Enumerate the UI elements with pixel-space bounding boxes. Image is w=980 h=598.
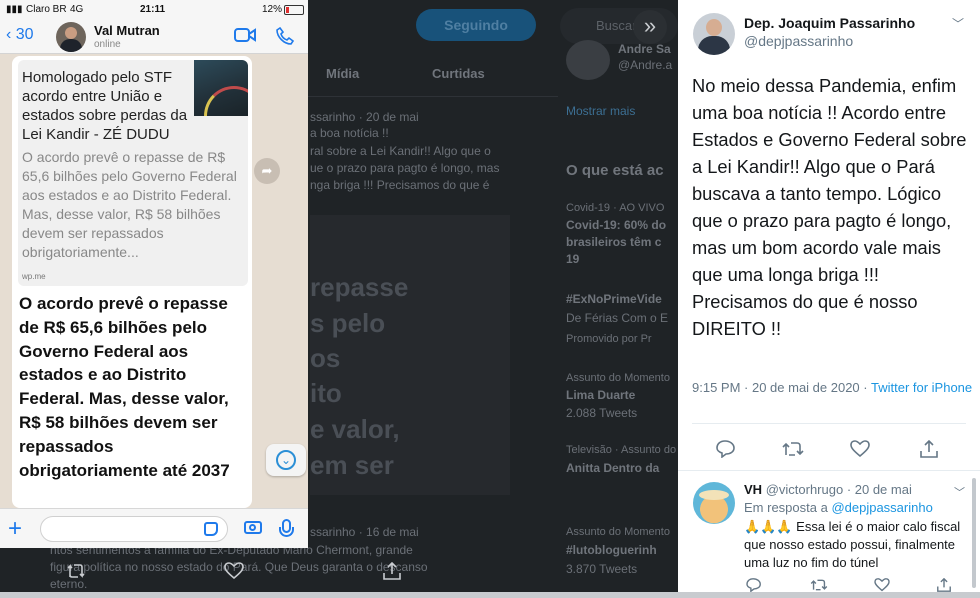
author-avatar[interactable] [693,13,735,55]
reply-icon[interactable] [716,440,736,463]
trend-category: Assunto do Momento [566,372,670,384]
trend-subtitle: 3.870 Tweets [566,562,638,576]
retweet-icon[interactable] [66,562,86,585]
tweet-text: No meio dessa Pandemia, enfim uma boa no… [692,75,967,339]
tweet-timestamp[interactable]: 9:15 PM · 20 de mai de 2020 · [692,380,871,395]
trend-title[interactable]: Covid-19: 60% do [566,218,666,232]
feed-large-text: e valor, [310,414,400,444]
message-text: O acordo prevê o repasse de R$ 65,6 bilh… [19,294,230,480]
trend-category: Covid-19 · AO VIVO [566,202,665,214]
trend-extra: 19 [566,252,580,266]
trend-subtitle: brasileiros têm c [566,235,662,249]
window-bottom-edge [0,592,980,598]
trend-title[interactable]: #ExNoPrimeVide [566,292,662,306]
link-preview-title: Homologado pelo STF acordo entre União e… [22,69,188,143]
following-button[interactable]: Seguindo [416,9,536,41]
trend-title[interactable]: Anitta Dentro da [566,461,659,475]
feed-line: ue o prazo para pagto é longo, mas [310,161,500,175]
tab-likes[interactable]: Curtidas [432,66,485,81]
network-label: 4G [70,4,84,15]
trend-subtitle: De Férias Com o E [566,311,669,325]
reply-context: Em resposta a @depjpassarinho [744,500,933,515]
battery-label: 12% [262,4,283,15]
feed-large-text: s pelo [310,308,386,338]
chevron-down-icon[interactable]: ﹀ [952,15,964,32]
whatsapp-screenshot: ▮▮▮ Claro BR 4G 21:11 12% ‹ 30 Val Mutra… [0,0,308,548]
tweet-panel: Dep. Joaquim Passarinho @depjpassarinho … [678,0,980,598]
trend-category: Assunto do Momento [566,526,670,538]
reply-text: 🙏🙏🙏 Essa lei é o maior calo fiscal que n… [744,519,961,570]
trend-subtitle: 2.088 Tweets [566,406,638,420]
message-input[interactable] [40,516,228,542]
like-icon[interactable] [850,440,870,463]
message-bubble[interactable]: Homologado pelo STF acordo entre União e… [12,56,252,508]
feed-large-text: ito [310,378,342,408]
link-preview-description: O acordo prevê o repasse de R$ 65,6 bilh… [22,149,237,260]
feed-line: ssarinho · 20 de mai [310,110,419,124]
unread-count: 30 [15,26,34,43]
show-more-link[interactable]: Mostrar mais [566,104,635,118]
reply-author-handle[interactable]: @victorhrugo [766,482,844,497]
feed-large-text: em ser [310,450,394,480]
trend-promoted: Promovido por Pr [566,333,652,345]
feed-large-text: os [310,343,341,373]
feed-line: a boa notícia !! [310,126,389,140]
contact-name[interactable]: Val Mutran [94,23,160,38]
trend-title[interactable]: Lima Duarte [566,388,635,402]
author-name[interactable]: Dep. Joaquim Passarinho [744,15,915,31]
tab-media[interactable]: Mídia [326,66,359,81]
suggested-name: Andre Sa [618,42,671,56]
trend-title[interactable]: #lutobloguerinh [566,543,657,557]
like-icon[interactable] [224,562,244,585]
reply-date[interactable]: · 20 de mai [843,482,912,497]
forward-icon[interactable]: ➦ [254,158,280,184]
link-preview-source: wp.me [22,272,46,281]
phone-call-icon[interactable] [276,26,295,50]
scrollbar[interactable] [972,478,976,588]
attach-plus-icon[interactable]: + [8,515,22,543]
feed-large-text: repasse [310,272,409,302]
link-preview[interactable]: Homologado pelo STF acordo entre União e… [18,60,248,286]
replied-to-handle[interactable]: @depjpassarinho [831,500,932,515]
compose-bar: + [0,508,308,548]
reply-author[interactable]: VH @victorhrugo · 20 de mai [744,482,912,497]
sticker-icon[interactable] [204,522,218,536]
next-image-button[interactable]: » [633,10,667,44]
microphone-icon[interactable] [279,519,294,537]
contact-status: online [94,39,121,50]
signal-icon: ▮▮▮ [6,4,23,15]
scroll-down-button[interactable]: ⌄ [266,444,306,476]
clock: 21:11 [140,4,166,15]
retweet-icon[interactable] [782,440,804,463]
tweet-source-link[interactable]: Twitter for iPhone [871,380,972,395]
share-icon[interactable] [382,561,402,585]
author-handle[interactable]: @depjpassarinho [744,33,853,49]
link-preview-thumbnail [194,60,248,116]
camera-icon[interactable] [244,521,262,534]
contact-avatar[interactable] [56,22,86,52]
feed-line: ral sobre a Lei Kandir!! Algo que o [310,144,491,158]
tweet-meta: 9:15 PM · 20 de mai de 2020 · Twitter fo… [692,379,976,396]
reply-author-avatar[interactable] [693,482,735,524]
reply-author-name[interactable]: VH [744,482,762,497]
feed-line: ssarinho · 16 de mai [310,525,419,539]
carrier-label: Claro BR [26,4,67,15]
back-button[interactable]: ‹ 30 [6,26,34,44]
battery-icon [284,5,304,15]
video-call-icon[interactable] [234,27,256,48]
trend-category: Televisão · Assunto do M [566,444,689,456]
chevron-down-icon[interactable]: ﹀ [954,484,965,500]
chat-header: ‹ 30 Val Mutran online [0,20,308,54]
suggested-handle: @Andre.a [618,58,673,72]
chevron-down-icon: ⌄ [276,450,296,470]
share-icon[interactable] [919,439,939,463]
status-bar: ▮▮▮ Claro BR 4G 21:11 12% [0,0,308,20]
feed-line: nga briga !!! Precisamos do que é [310,178,490,192]
trending-header: O que está ac [566,162,664,179]
suggested-avatar [566,40,610,80]
